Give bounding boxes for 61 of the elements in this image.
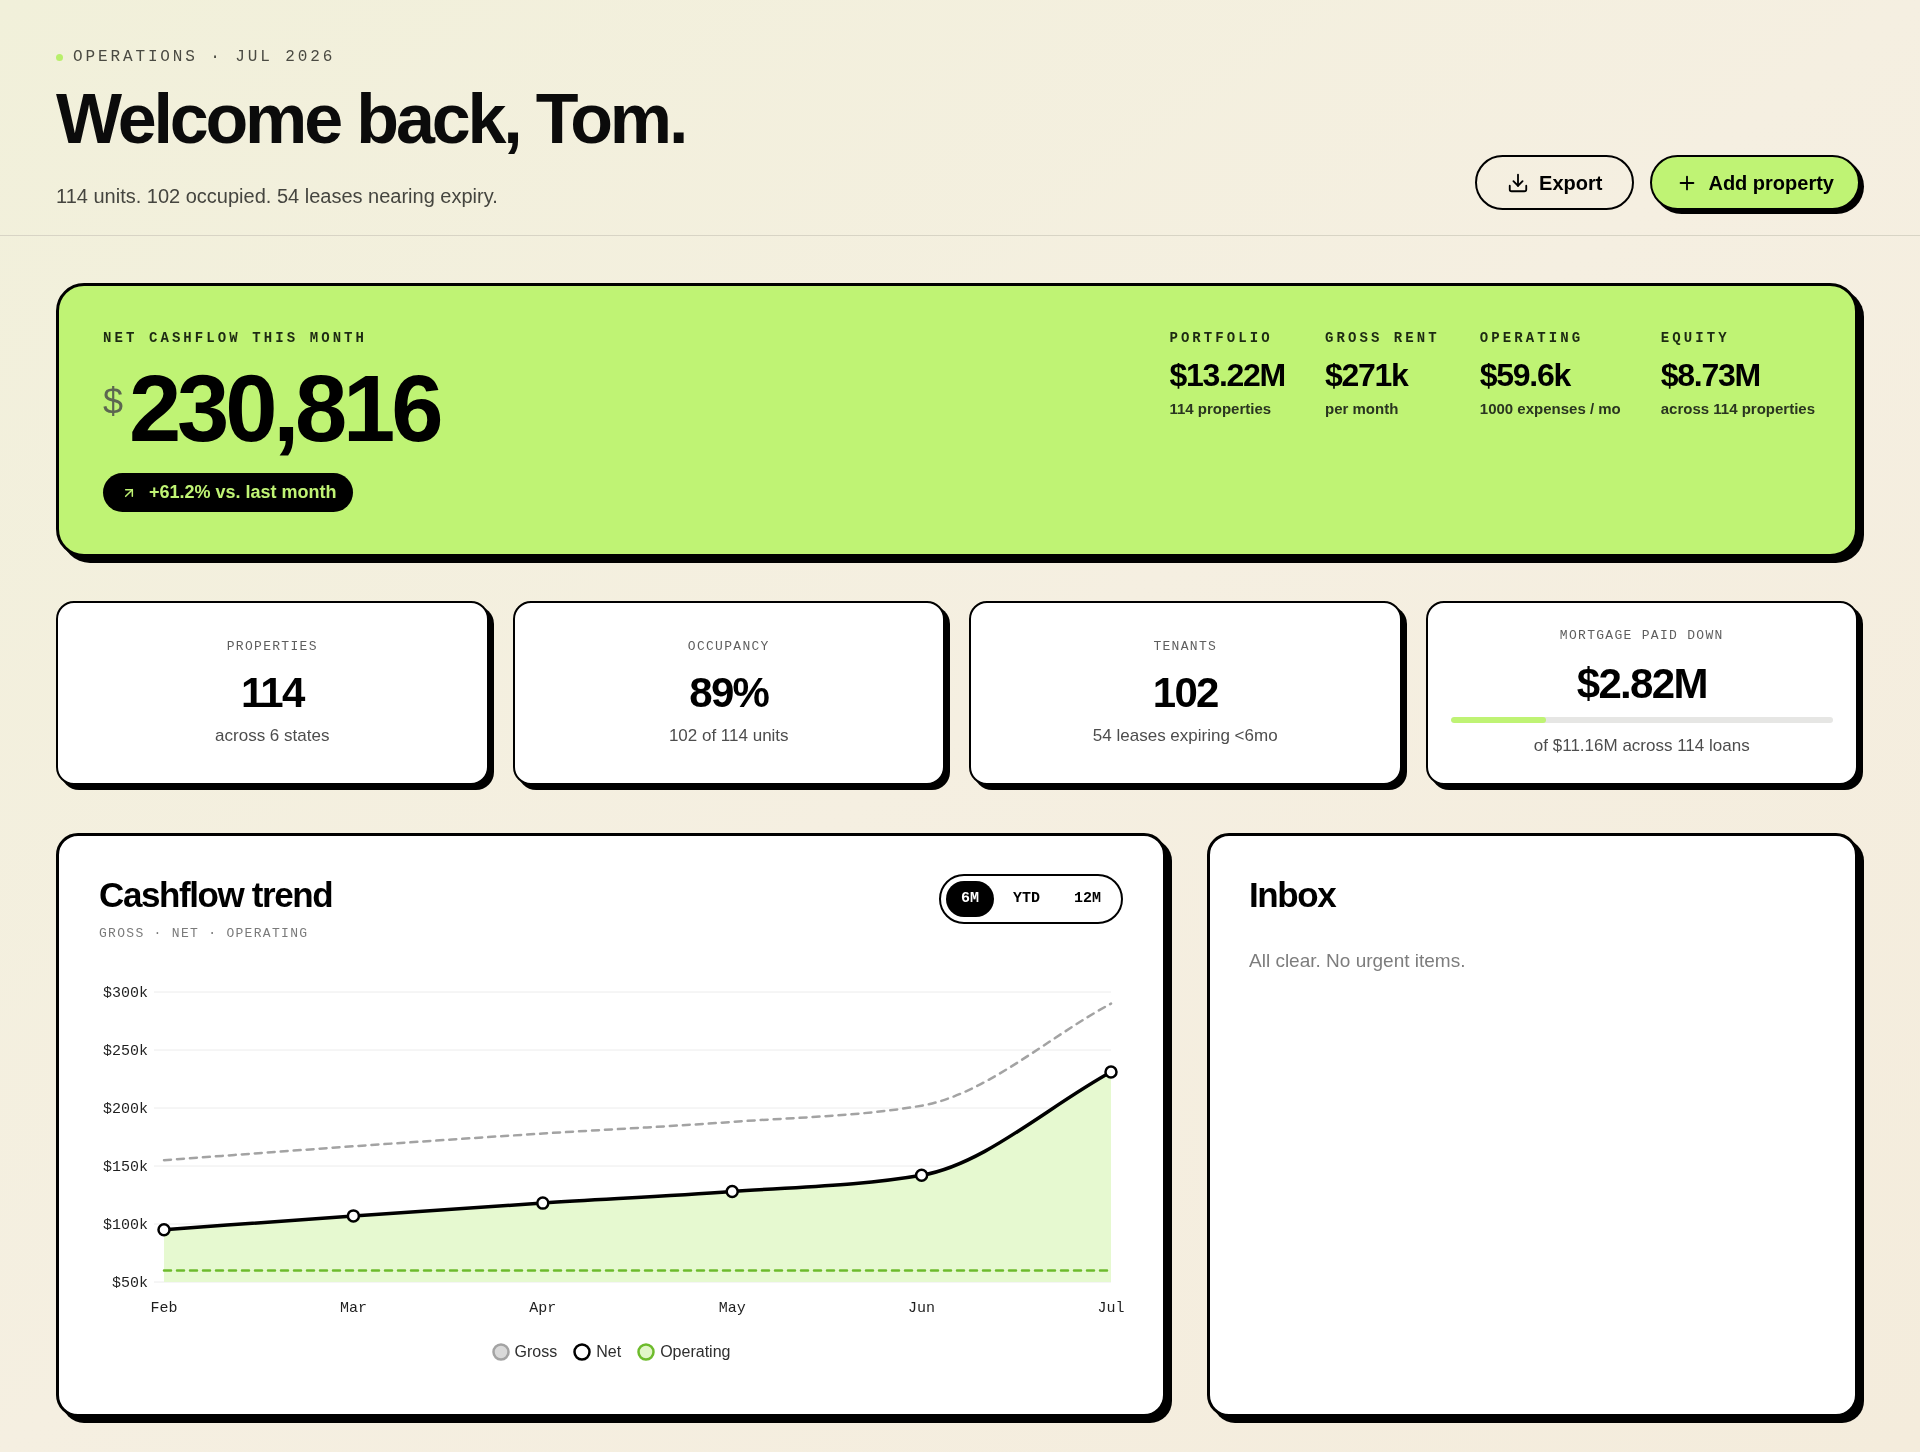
range-tab[interactable]: 12M bbox=[1059, 881, 1116, 917]
stat-label: TENANTS bbox=[1153, 638, 1218, 655]
axis-label: Jul bbox=[1097, 1300, 1125, 1317]
data-point bbox=[725, 1184, 739, 1199]
stat-note: per month bbox=[1325, 399, 1399, 419]
legend-label: Gross bbox=[514, 1342, 558, 1362]
download-icon bbox=[1507, 171, 1530, 194]
inbox-title: Inbox bbox=[1249, 877, 1336, 913]
axis-label: $200k bbox=[103, 1101, 148, 1118]
stat-label: PORTFOLIO bbox=[1169, 329, 1273, 347]
axis-label: Apr bbox=[529, 1300, 557, 1317]
axis-label: $100k bbox=[103, 1217, 148, 1234]
stat-note: across 114 properties bbox=[1660, 399, 1815, 419]
stat-note: across 6 states bbox=[215, 725, 330, 745]
change-text: +61.2% vs. last month bbox=[149, 481, 337, 504]
stat-label: MORTGAGE PAID DOWN bbox=[1559, 628, 1724, 644]
stat-value: 114 bbox=[240, 668, 304, 716]
export-button[interactable]: Export bbox=[1475, 155, 1635, 210]
chart-subtitle: GROSS · NET · OPERATING bbox=[99, 925, 310, 943]
page-title: Welcome back, Tom. bbox=[56, 84, 686, 154]
stat-value: $2.82M bbox=[1576, 660, 1707, 707]
inbox-empty-message: All clear. No urgent items. bbox=[1249, 950, 1466, 972]
axis-label: $50k bbox=[112, 1275, 148, 1292]
data-point bbox=[1104, 1065, 1118, 1079]
currency-symbol: $ bbox=[103, 384, 124, 420]
axis-label: $250k bbox=[103, 1043, 148, 1060]
data-point bbox=[914, 1168, 929, 1183]
stat-note: 54 leases expiring <6mo bbox=[1092, 725, 1278, 745]
stat-value: $59.6k bbox=[1479, 359, 1570, 391]
legend-label: Net bbox=[596, 1342, 622, 1362]
stat-value: $8.73M bbox=[1660, 359, 1760, 391]
axis-label: Mar bbox=[339, 1300, 367, 1317]
stat-note: of $11.16M across 114 loans bbox=[1533, 736, 1750, 755]
stat-label: OCCUPANCY bbox=[687, 638, 770, 655]
stat-note: 1000 expenses / mo bbox=[1479, 399, 1621, 419]
axis-label: $150k bbox=[103, 1159, 148, 1176]
stat-label: EQUITY bbox=[1660, 329, 1730, 347]
stat-value: $271k bbox=[1325, 359, 1408, 391]
data-point bbox=[157, 1223, 171, 1237]
stat-label: OPERATING bbox=[1479, 329, 1584, 347]
eyebrow-label: OPERATIONS · JUL 2026 bbox=[73, 47, 336, 68]
stat-note: 102 of 114 units bbox=[668, 725, 789, 745]
stat-value: 89% bbox=[689, 668, 769, 716]
stat-value: 102 bbox=[1152, 668, 1218, 716]
data-point bbox=[536, 1196, 550, 1210]
chart-title: Cashflow trend bbox=[99, 877, 333, 913]
range-tab[interactable]: 6M bbox=[945, 881, 994, 917]
axis-label: Feb bbox=[150, 1300, 178, 1317]
stat-label: GROSS RENT bbox=[1325, 329, 1440, 347]
axis-label: Jun bbox=[908, 1300, 936, 1317]
range-tab[interactable]: YTD bbox=[997, 881, 1055, 917]
axis-label: May bbox=[718, 1300, 746, 1317]
summary-label: NET CASHFLOW THIS MONTH bbox=[103, 329, 368, 347]
stat-value: $13.22M bbox=[1169, 359, 1285, 391]
data-point bbox=[346, 1209, 361, 1223]
axis-label: $300k bbox=[103, 985, 148, 1002]
legend-label: Operating bbox=[660, 1342, 731, 1362]
page-subtitle: 114 units. 102 occupied. 54 leases nearing expiry. bbox=[56, 184, 499, 209]
stat-label: PROPERTIES bbox=[226, 638, 318, 655]
stat-note: 114 properties bbox=[1169, 399, 1272, 419]
net-cashflow-value: 230,816 bbox=[129, 362, 440, 456]
